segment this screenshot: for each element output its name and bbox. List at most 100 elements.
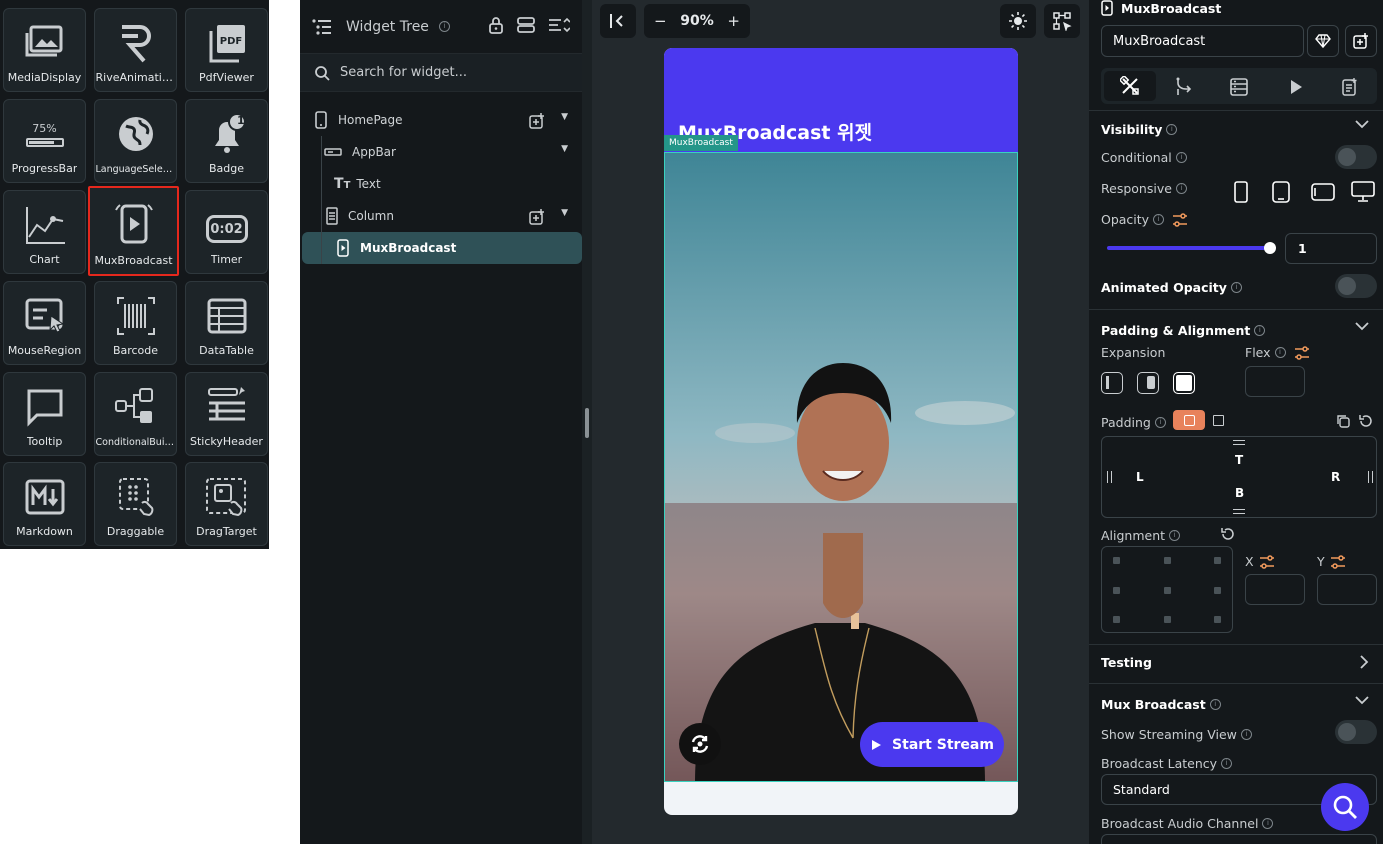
tab-properties[interactable]	[1104, 71, 1156, 101]
palette-tile-riveanimation[interactable]: RiveAnimation	[94, 8, 177, 92]
tree-node-muxbroadcast[interactable]: MuxBroadcast	[302, 232, 582, 264]
palette-tile-datatable[interactable]: DataTable	[185, 281, 268, 365]
info-icon[interactable]: i	[1175, 183, 1187, 194]
info-icon[interactable]: i	[1274, 347, 1286, 358]
variable-binding-icon[interactable]	[1259, 554, 1275, 569]
tab-documentation[interactable]	[1340, 77, 1360, 97]
palette-tile-mediadisplay[interactable]: MediaDisplay	[3, 8, 86, 92]
palette-tile-timer[interactable]: 0:02 Timer	[185, 190, 268, 274]
opacity-slider-thumb[interactable]	[1264, 242, 1276, 254]
palette-tile-conditionalbuilder[interactable]: ConditionalBuild...	[94, 372, 177, 456]
info-icon[interactable]: i	[1154, 417, 1166, 428]
show-streaming-view-toggle[interactable]	[1335, 720, 1377, 744]
info-icon[interactable]: i	[1221, 758, 1233, 769]
broadcast-audio-channel-select[interactable]	[1101, 834, 1377, 844]
collapse-panel-button[interactable]	[600, 4, 636, 38]
chevron-down-icon[interactable]	[1355, 320, 1369, 334]
padding-bottom-input[interactable]: B	[1235, 486, 1244, 500]
variable-binding-icon[interactable]	[1330, 554, 1346, 569]
zoom-out-button[interactable]: −	[654, 12, 667, 30]
chevron-down-icon[interactable]: ▼	[561, 144, 568, 154]
palette-tile-dragtarget[interactable]: DragTarget	[185, 462, 268, 546]
promote-component-button[interactable]	[1307, 25, 1339, 57]
chevron-down-icon[interactable]	[1355, 118, 1369, 132]
palette-tile-badge[interactable]: 1 Badge	[185, 99, 268, 183]
theme-toggle-button[interactable]	[1000, 4, 1036, 38]
tab-actions[interactable]	[1174, 77, 1194, 97]
palette-tile-pdfviewer[interactable]: PDF PdfViewer	[185, 8, 268, 92]
start-stream-button[interactable]: Start Stream	[860, 722, 1004, 767]
add-widget-button[interactable]	[1345, 25, 1377, 57]
tree-node-text[interactable]: TT Text	[334, 168, 582, 200]
padding-individual-toggle[interactable]	[1173, 410, 1205, 430]
palette-tile-stickyheader[interactable]: StickyHeader	[185, 372, 268, 456]
alignment-grid[interactable]	[1101, 546, 1233, 633]
opacity-input[interactable]: 1	[1285, 233, 1377, 264]
info-icon[interactable]: i	[1166, 124, 1178, 135]
palette-tile-muxbroadcast[interactable]: MuxBroadcast	[88, 186, 179, 276]
expansion-expanded-button[interactable]	[1173, 372, 1195, 394]
tree-node-column[interactable]: Column ▼	[326, 200, 582, 232]
widget-name-field[interactable]: MuxBroadcast	[1101, 25, 1304, 57]
sort-options-icon[interactable]	[548, 16, 570, 34]
tablet-landscape-visibility-icon[interactable]	[1311, 183, 1335, 201]
select-mode-button[interactable]	[1044, 4, 1080, 38]
widget-search-input[interactable]	[340, 65, 560, 80]
chevron-down-icon[interactable]: ▼	[561, 112, 568, 122]
mobile-visibility-icon[interactable]	[1234, 181, 1248, 203]
palette-tile-chart[interactable]: Chart	[3, 190, 86, 274]
animated-opacity-toggle[interactable]	[1335, 274, 1377, 298]
variable-binding-icon[interactable]	[1172, 212, 1188, 227]
expansion-default-button[interactable]	[1101, 372, 1123, 394]
panel-resize-handle[interactable]	[582, 0, 592, 844]
info-icon[interactable]: i	[1230, 282, 1242, 293]
padding-alignment-section-header[interactable]: Padding & Alignment i	[1101, 320, 1266, 339]
info-icon[interactable]: i	[1262, 818, 1274, 829]
mux-broadcast-preview[interactable]: Start Stream	[664, 152, 1018, 782]
alignment-y-input[interactable]	[1317, 574, 1377, 605]
copy-icon[interactable]	[1335, 413, 1351, 429]
conditional-toggle[interactable]	[1335, 145, 1377, 169]
lock-icon[interactable]	[488, 16, 504, 34]
info-icon[interactable]: i	[1153, 214, 1165, 225]
visibility-section-header[interactable]: Visibility i	[1101, 119, 1178, 138]
palette-tile-barcode[interactable]: Barcode	[94, 281, 177, 365]
variable-binding-icon[interactable]	[1294, 345, 1310, 360]
palette-tile-draggable[interactable]: Draggable	[94, 462, 177, 546]
flex-input[interactable]	[1245, 366, 1305, 397]
opacity-slider-track[interactable]	[1107, 246, 1271, 250]
tab-backend-query[interactable]	[1229, 77, 1249, 97]
padding-top-input[interactable]: T	[1235, 453, 1243, 467]
info-icon[interactable]: i	[1254, 325, 1266, 336]
info-icon[interactable]: i	[1209, 699, 1221, 710]
info-icon[interactable]: i	[1175, 152, 1187, 163]
desktop-visibility-icon[interactable]	[1351, 181, 1375, 203]
info-icon[interactable]: i	[1240, 729, 1252, 740]
palette-tile-markdown[interactable]: Markdown	[3, 462, 86, 546]
palette-tile-mouseregion[interactable]: MouseRegion	[3, 281, 86, 365]
padding-right-input[interactable]: R	[1331, 470, 1340, 484]
add-child-icon[interactable]	[528, 208, 546, 226]
padding-uniform-toggle[interactable]	[1207, 410, 1229, 430]
tablet-visibility-icon[interactable]	[1272, 181, 1290, 203]
info-icon[interactable]: i	[1169, 530, 1181, 541]
palette-tile-languageselector[interactable]: LanguageSelector	[94, 99, 177, 183]
tree-node-homepage[interactable]: HomePage ▼	[314, 104, 582, 136]
chevron-right-icon[interactable]	[1359, 655, 1369, 672]
palette-tile-progressbar[interactable]: 75% ProgressBar	[3, 99, 86, 183]
chevron-down-icon[interactable]	[1355, 694, 1369, 708]
tree-node-appbar[interactable]: AppBar ▼	[324, 136, 582, 168]
search-fab[interactable]	[1321, 783, 1369, 831]
tab-animations[interactable]	[1288, 78, 1304, 96]
testing-section-header[interactable]: Testing	[1101, 655, 1152, 670]
palette-tile-tooltip[interactable]: Tooltip	[3, 372, 86, 456]
add-child-icon[interactable]	[528, 112, 546, 130]
switch-camera-button[interactable]	[679, 723, 721, 765]
chevron-down-icon[interactable]: ▼	[561, 208, 568, 218]
padding-left-input[interactable]: L	[1136, 470, 1144, 484]
alignment-x-input[interactable]	[1245, 574, 1305, 605]
layers-icon[interactable]	[516, 16, 536, 34]
expansion-flexible-button[interactable]	[1137, 372, 1159, 394]
mux-broadcast-section-header[interactable]: Mux Broadcast i	[1101, 694, 1221, 713]
zoom-in-button[interactable]: +	[727, 12, 740, 30]
